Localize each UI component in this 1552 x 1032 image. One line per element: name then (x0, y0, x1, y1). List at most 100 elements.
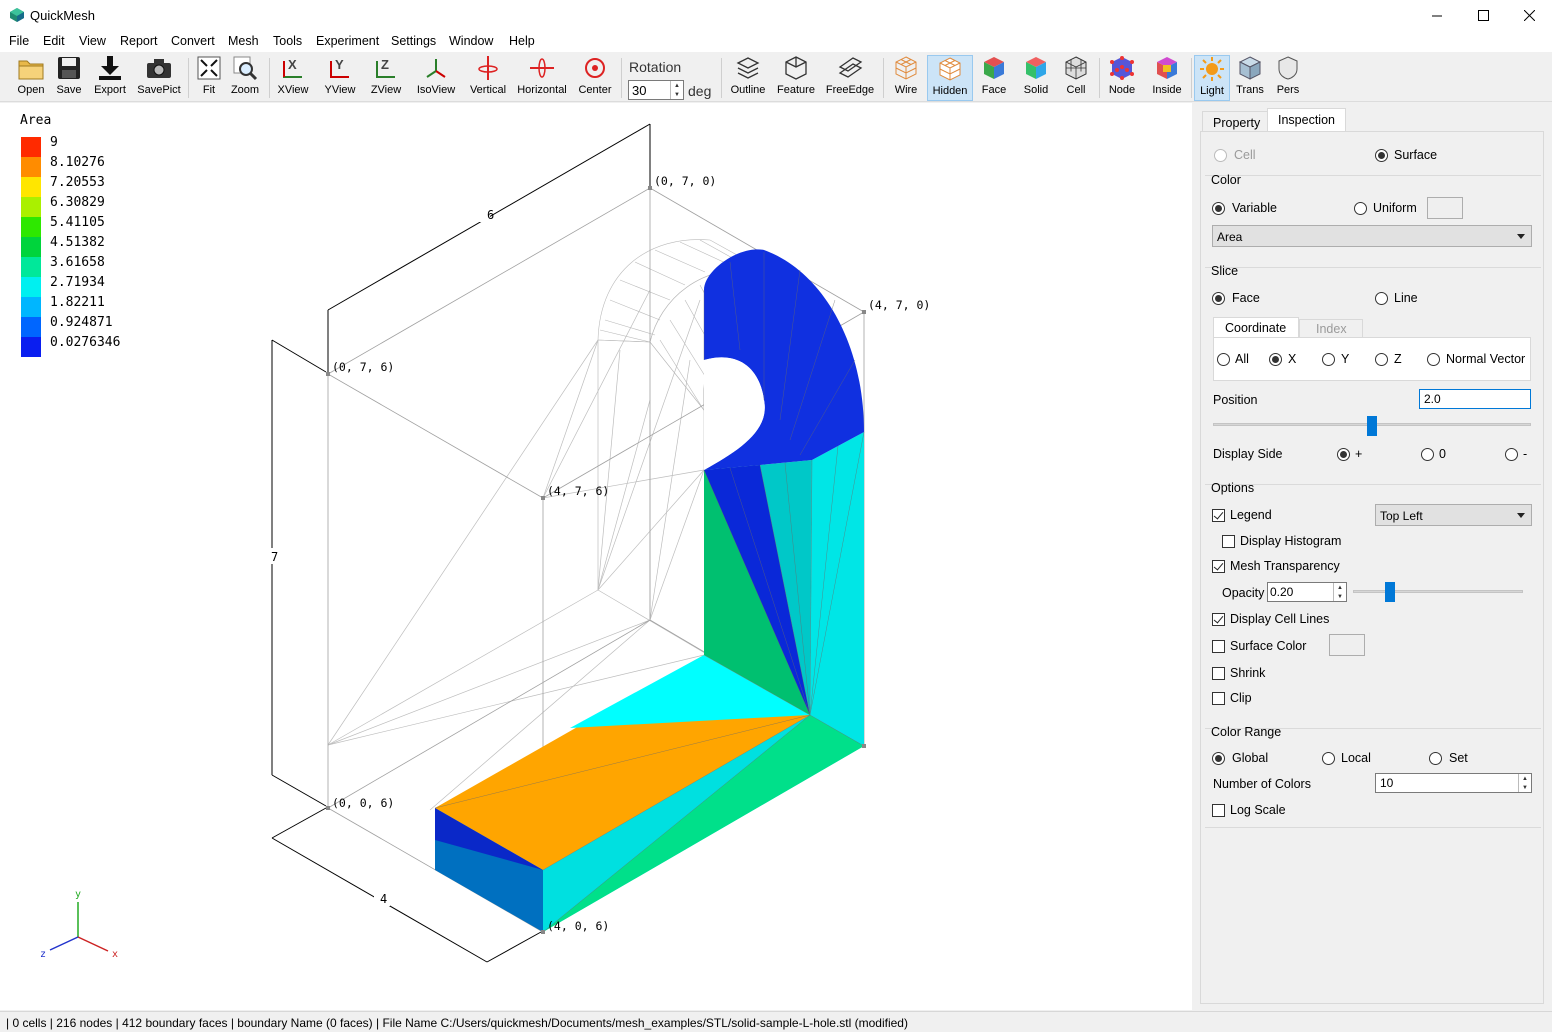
opacity-slider-thumb[interactable] (1385, 582, 1395, 602)
menu-window[interactable]: Window (449, 34, 493, 48)
pers-button[interactable]: Pers (1272, 55, 1304, 101)
menu-view[interactable]: View (79, 34, 106, 48)
open-button[interactable]: Open (14, 55, 48, 101)
opacity-input[interactable] (1270, 585, 1328, 599)
wireframe-cube-icon (895, 56, 917, 80)
close-button[interactable] (1506, 0, 1552, 31)
slice-subtab-area: Coordinate Index All X Y Z Normal Vector (1213, 317, 1533, 381)
number-of-colors-spinbox[interactable]: ▲ ▼ (1375, 773, 1532, 793)
xview-button[interactable]: X XView (275, 55, 311, 101)
uniform-color-button[interactable] (1427, 197, 1463, 219)
savepict-button[interactable]: SavePict (137, 55, 181, 101)
clip-label: Clip (1230, 691, 1252, 705)
cell-radio[interactable] (1214, 149, 1227, 162)
range-local-radio[interactable] (1322, 752, 1335, 765)
spin-up-icon[interactable]: ▲ (670, 81, 683, 90)
corner-label: (4, 7, 0) (868, 298, 930, 312)
variable-radio[interactable] (1212, 202, 1225, 215)
opacity-slider-track[interactable] (1353, 590, 1523, 593)
log-scale-checkbox[interactable] (1212, 804, 1225, 817)
display-histogram-checkbox[interactable] (1222, 535, 1235, 548)
feature-button[interactable]: Feature (775, 55, 817, 101)
export-button[interactable]: Export (92, 55, 128, 101)
side-plus-radio[interactable] (1337, 448, 1350, 461)
slice-face-radio[interactable] (1212, 292, 1225, 305)
x-axis-view-icon: X (283, 57, 302, 78)
inside-button[interactable]: Inside (1149, 55, 1185, 101)
coord-z-radio[interactable] (1375, 353, 1388, 366)
horizontal-button[interactable]: Horizontal (516, 55, 568, 101)
menu-help[interactable]: Help (509, 34, 535, 48)
freeedge-button[interactable]: FreeEdge (824, 55, 876, 101)
maximize-button[interactable] (1460, 0, 1506, 31)
corner-label: (0, 7, 0) (654, 174, 716, 188)
coord-all-radio[interactable] (1217, 353, 1230, 366)
tab-inspection[interactable]: Inspection (1267, 108, 1346, 132)
menu-report[interactable]: Report (120, 34, 158, 48)
menu-file[interactable]: File (9, 34, 29, 48)
spin-up-icon[interactable]: ▲ (1518, 774, 1531, 783)
surface-color-button[interactable] (1329, 634, 1365, 656)
display-cell-lines-checkbox[interactable] (1212, 613, 1225, 626)
face-button[interactable]: Face (979, 55, 1009, 101)
position-slider-thumb[interactable] (1367, 416, 1377, 436)
wire-button[interactable]: Wire (890, 55, 922, 101)
legend-checkbox[interactable] (1212, 509, 1225, 522)
toolbar-separator (1099, 58, 1100, 98)
3d-viewport[interactable]: Area 9 8.10276 7.20553 6.30829 5.41105 4.5138… (0, 103, 1192, 1010)
number-of-colors-input[interactable] (1380, 776, 1500, 790)
side-zero-radio[interactable] (1421, 448, 1434, 461)
spin-down-icon[interactable]: ▼ (670, 90, 683, 99)
coord-x-radio[interactable] (1269, 353, 1282, 366)
menu-edit[interactable]: Edit (43, 34, 65, 48)
outline-button[interactable]: Outline (728, 55, 768, 101)
hidden-button[interactable]: Hidden (927, 55, 973, 101)
minimize-button[interactable] (1414, 0, 1460, 31)
save-button[interactable]: Save (53, 55, 85, 101)
zoom-button[interactable]: Zoom (229, 55, 261, 101)
mesh-transparency-checkbox[interactable] (1212, 560, 1225, 573)
coord-y-radio[interactable] (1322, 353, 1335, 366)
menu-mesh[interactable]: Mesh (228, 34, 259, 48)
yview-button[interactable]: Y YView (322, 55, 358, 101)
subtab-coordinate[interactable]: Coordinate (1213, 317, 1299, 338)
range-set-radio[interactable] (1429, 752, 1442, 765)
shrink-checkbox[interactable] (1212, 667, 1225, 680)
vertical-button[interactable]: Vertical (467, 55, 509, 101)
subtab-index[interactable]: Index (1299, 319, 1363, 338)
isoview-button[interactable]: IsoView (414, 55, 458, 101)
range-global-radio[interactable] (1212, 752, 1225, 765)
menu-tools[interactable]: Tools (273, 34, 302, 48)
side-minus-radio[interactable] (1505, 448, 1518, 461)
spin-down-icon[interactable]: ▼ (1333, 592, 1346, 601)
variable-select[interactable]: Area (1212, 225, 1532, 247)
menu-settings[interactable]: Settings (391, 34, 436, 48)
fit-button[interactable]: Fit (195, 55, 223, 101)
zview-button[interactable]: Z ZView (368, 55, 404, 101)
spin-up-icon[interactable]: ▲ (1333, 583, 1346, 592)
slice-line-radio[interactable] (1375, 292, 1388, 305)
trans-button[interactable]: Trans (1233, 55, 1267, 101)
solid-button[interactable]: Solid (1021, 55, 1051, 101)
cell-button[interactable]: Cell (1061, 55, 1091, 101)
position-input[interactable] (1419, 389, 1531, 409)
spin-down-icon[interactable]: ▼ (1518, 783, 1531, 792)
toolbar: Open Save Export SavePict Fit Zoom X XVi… (0, 52, 1552, 102)
legend-position-select[interactable]: Top Left (1375, 504, 1532, 526)
rotation-input[interactable] (632, 83, 670, 98)
node-button[interactable]: Node (1105, 55, 1139, 101)
uniform-radio[interactable] (1354, 202, 1367, 215)
center-button[interactable]: Center (576, 55, 614, 101)
surface-radio[interactable] (1375, 149, 1388, 162)
menu-convert[interactable]: Convert (171, 34, 215, 48)
clip-checkbox[interactable] (1212, 692, 1225, 705)
tab-property[interactable]: Property (1202, 111, 1272, 132)
coord-normal-radio[interactable] (1427, 353, 1440, 366)
opacity-spinbox[interactable]: ▲ ▼ (1267, 582, 1347, 602)
rotation-spinbox[interactable]: ▲ ▼ (628, 80, 684, 100)
surface-color-checkbox[interactable] (1212, 640, 1225, 653)
mesh-render[interactable]: 6 7 4 (0, 7, 0) (4, 7, 0) (0, 7, 6) (4, … (0, 103, 1192, 1010)
light-button[interactable]: Light (1194, 55, 1230, 101)
menu-experiment[interactable]: Experiment (316, 34, 379, 48)
coord-x-label: X (1288, 352, 1297, 366)
